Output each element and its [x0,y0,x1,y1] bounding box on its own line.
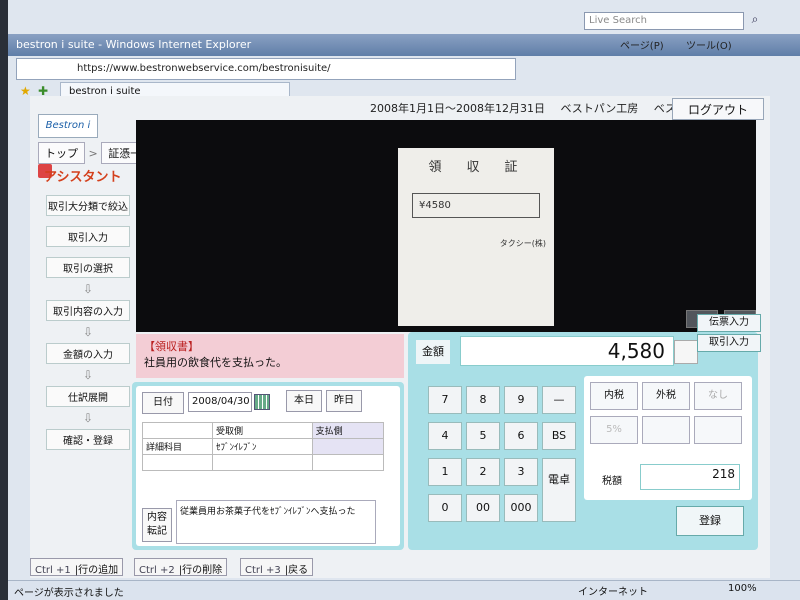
receiver-value[interactable]: ｾﾌﾞﾝｲﾚﾌﾞﾝ [212,438,313,455]
key-000[interactable]: 000 [504,494,538,522]
key-9[interactable]: 9 [504,386,538,414]
amount-display[interactable]: 4,580 [460,336,674,366]
shortcut-label: 行の追加 [78,565,119,576]
calculator-button[interactable]: 電卓 [542,458,576,522]
sidebar-item-amount[interactable]: 金額の入力 [46,343,130,364]
today-button[interactable]: 本日 [286,390,322,412]
memo-textarea[interactable]: 従業員用お茶菓子代をｾﾌﾞﾝｲﾚﾌﾞﾝへ支払った [176,500,376,544]
key-00[interactable]: 00 [466,494,500,522]
document-type-box: 【領収書】 社員用の飲食代を支払った。 [136,334,404,378]
key-6[interactable]: 6 [504,422,538,450]
key-7[interactable]: 7 [428,386,462,414]
document-type: 【領収書】 [144,340,199,353]
arrow-down-icon: ⇩ [82,325,94,339]
window-title: bestron i suite - Windows Internet Explo… [8,34,800,56]
app-logo: Bestron i Suite [38,114,98,153]
sidebar-item-confirm[interactable]: 確認・登録 [46,429,130,450]
shortcut-label: 行の削除 [182,565,223,576]
sidebar-item-content[interactable]: 取引内容の入力 [46,300,130,321]
sidebar-item-filter[interactable]: 取引大分類で絞込 [46,195,130,216]
key-0[interactable]: 0 [428,494,462,522]
arrow-down-icon: ⇩ [82,411,94,425]
tax-inclusive-button[interactable]: 内税 [590,382,638,410]
sidebar-title: アシスタント [44,170,122,185]
delete-row-shortcut[interactable]: Ctrl +2 |行の削除 [134,558,228,576]
payer-value[interactable] [311,438,385,455]
tax-rate-button[interactable]: 5% [590,416,638,444]
key-5[interactable]: 5 [466,422,500,450]
receipt-amount: ¥4580 [412,193,540,218]
receipt-title: 領 収 証 [428,160,524,175]
page-menu[interactable]: ページ(P) [620,37,664,52]
add-row-shortcut[interactable]: Ctrl +1 |行の追加 [30,558,124,576]
sidebar-item-journal[interactable]: 仕訳展開 [46,386,130,407]
fiscal-period: 2008年1月1日～2008年12月31日 [370,102,545,115]
tax-rate-option-3[interactable] [694,416,742,444]
key-1[interactable]: 1 [428,458,462,486]
memo-transfer-button[interactable]: 内容転記 [142,508,172,542]
register-button[interactable]: 登録 [676,506,744,536]
tax-value[interactable]: 218 [640,464,740,490]
receipt-image: 領 収 証 ¥4580 タクシー(株) [398,148,554,326]
security-zone: インターネット [578,587,648,598]
zoom-level[interactable]: 100% [728,583,757,594]
back-shortcut[interactable]: Ctrl +3 |戻る [240,558,314,576]
column-receiver: 受取側 [212,422,313,439]
tax-label: 税額 [602,476,622,487]
logout-button[interactable]: ログアウト [672,98,764,120]
keypad: 7 8 9 — 4 5 6 BS 1 2 3 電卓 0 00 000 [428,386,576,542]
date-label: 日付 [142,392,184,414]
assistant-sidebar: アシスタント 取引大分類で絞込 取引入力 取引の選択 ⇩ 取引内容の入力 ⇩ 金… [38,166,138,496]
sidebar-item-transaction-input[interactable]: 取引入力 [46,226,130,247]
journal-table: 受取側 支払側 詳細科目 ｾﾌﾞﾝｲﾚﾌﾞﾝ [142,422,385,471]
shortcut-key: Ctrl +3 [245,565,281,576]
calendar-icon[interactable] [254,394,270,410]
breadcrumb-top[interactable]: トップ [38,142,85,164]
voucher-input-button[interactable]: 伝票入力 [697,314,761,332]
key-backspace[interactable]: BS [542,422,576,450]
browser-window: bestron i suite - Windows Internet Explo… [8,0,800,600]
key-minus[interactable]: — [542,386,576,414]
key-8[interactable]: 8 [466,386,500,414]
key-2[interactable]: 2 [466,458,500,486]
status-bar: ページが表示されました [8,580,800,600]
document-description: 社員用の飲食代を支払った。 [144,356,287,369]
tax-rate-option-2[interactable] [642,416,690,444]
receipt-image-viewer[interactable]: 領 収 証 ¥4580 タクシー(株) [136,120,756,332]
address-bar[interactable]: https://www.bestronwebservice.com/bestro… [16,58,516,80]
search-input[interactable]: Live Search [584,12,744,30]
receipt-issuer: タクシー(株) [499,239,546,248]
web-page: 2008年1月1日～2008年12月31日 ベストパン工房 ベスト管理者 様 ロ… [30,96,770,578]
tax-none-button[interactable]: なし [694,382,742,410]
entry-form: 日付 2008/04/30 本日 昨日 受取側 支払側 詳細科目 ｾﾌﾞﾝｲﾚﾌ… [132,382,404,550]
shortcut-key: Ctrl +2 [139,565,175,576]
arrow-down-icon: ⇩ [82,368,94,382]
transaction-input-button[interactable]: 取引入力 [697,334,761,352]
eraser-icon[interactable] [674,340,698,364]
date-input[interactable]: 2008/04/30 [188,392,252,412]
tax-area: 内税 外税 なし 5% 税額 218 [584,376,752,500]
key-3[interactable]: 3 [504,458,538,486]
amount-label: 金額 [416,340,450,364]
tax-exclusive-button[interactable]: 外税 [642,382,690,410]
company-name: ベストパン工房 [560,102,639,115]
search-icon[interactable]: ⌕ [746,12,764,30]
row-label: 詳細科目 [142,438,213,455]
arrow-down-icon: ⇩ [82,282,94,296]
key-4[interactable]: 4 [428,422,462,450]
sidebar-item-select[interactable]: 取引の選択 [46,257,130,278]
shortcut-label: 戻る [288,565,309,576]
yesterday-button[interactable]: 昨日 [326,390,362,412]
column-payer: 支払側 [311,422,385,439]
amount-panel: 金額 4,580 伝票入力 取引入力 7 8 9 — 4 5 6 BS 1 2 … [408,314,761,550]
tools-menu[interactable]: ツール(O) [686,37,732,52]
shortcut-key: Ctrl +1 [35,565,71,576]
